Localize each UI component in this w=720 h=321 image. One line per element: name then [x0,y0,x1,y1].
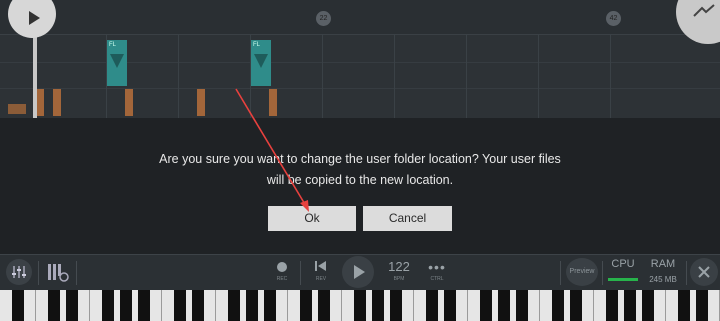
dialog-message: Are you sure you want to change the user… [0,149,720,191]
note-block[interactable] [125,89,133,116]
note-label: FL [253,42,261,48]
piano-key-black[interactable] [696,290,708,321]
note-label: FL [109,42,117,48]
piano-roll-button[interactable] [44,259,72,285]
timeline-marker[interactable]: 42 [606,11,621,26]
tempo-value: 122 [388,259,410,274]
cancel-button[interactable]: Cancel [363,206,452,231]
pattern-note[interactable]: FL [107,40,127,86]
piano-key-black[interactable] [426,290,438,321]
piano-key-black[interactable] [192,290,204,321]
rewind-icon [315,261,326,271]
rec-label: REC [276,276,288,282]
piano-key-black[interactable] [228,290,240,321]
piano-keyboard[interactable] [0,290,720,321]
play-icon [29,11,40,25]
grid-line [610,34,611,118]
ok-button[interactable]: Ok [268,206,356,231]
cpu-bar [608,278,638,281]
ram-label: RAM [650,258,676,270]
fl-logo-icon [693,4,715,17]
toolbar-divider [38,261,39,285]
transport-toolbar: REC REV 122 BPM ••• CTRL Preview CPU RAM… [0,254,720,291]
confirm-dialog: Are you sure you want to change the user… [0,118,720,254]
note-waveform [254,54,268,68]
piano-key-black[interactable] [246,290,258,321]
note-block[interactable] [36,89,44,116]
piano-key-black[interactable] [318,290,330,321]
play-icon [354,265,365,279]
piano-key-black[interactable] [606,290,618,321]
piano-key-black[interactable] [390,290,402,321]
dialog-message-line1: Are you sure you want to change the user… [159,152,561,166]
piano-key-black[interactable] [624,290,636,321]
piano-key-black[interactable] [300,290,312,321]
timeline-marker[interactable]: 22 [316,11,331,26]
toolbar-divider [300,261,301,285]
piano-key-black[interactable] [552,290,564,321]
mixer-button[interactable] [6,259,32,285]
note-block[interactable] [53,89,61,116]
ram-value: 245 MB [649,275,677,284]
piano-key-black[interactable] [120,290,132,321]
piano-key-black[interactable] [102,290,114,321]
piano-key-black[interactable] [678,290,690,321]
piano-key-black[interactable] [12,290,24,321]
piano-key-black[interactable] [372,290,384,321]
toolbar-divider [76,261,77,285]
timeline-area[interactable]: 22 42 FL FL [0,0,720,118]
toolbar-divider [560,261,561,285]
piano-key-black[interactable] [66,290,78,321]
toolbar-divider [686,261,687,285]
cpu-meter: CPU [606,258,640,288]
grid-line [394,34,395,118]
record-button[interactable]: REC [272,259,292,289]
note-cluster[interactable] [8,104,26,114]
close-icon [698,266,710,278]
piano-key-black[interactable] [174,290,186,321]
grid-line [178,34,179,118]
grid-line [322,34,323,118]
cpu-label: CPU [611,258,635,270]
note-block[interactable] [269,89,277,116]
note-waveform [110,54,124,68]
close-button[interactable] [690,258,718,286]
grid-line [466,34,467,118]
toolbar-divider [602,261,603,285]
ctrl-label: CTRL [430,276,444,282]
piano-key-black[interactable] [444,290,456,321]
rewind-button[interactable]: REV [310,259,332,289]
controls-button[interactable]: ••• CTRL [424,259,450,289]
more-icon: ••• [428,259,446,275]
piano-key-black[interactable] [138,290,150,321]
piano-key-black[interactable] [498,290,510,321]
note-block[interactable] [197,89,205,116]
preview-button[interactable]: Preview [566,258,598,286]
grid-line [538,34,539,118]
piano-key-black[interactable] [264,290,276,321]
pattern-note[interactable]: FL [251,40,271,86]
piano-roll-icon [48,264,69,282]
preview-label: Preview [569,268,595,275]
playhead[interactable] [33,30,37,118]
rev-label: REV [315,276,327,282]
dialog-message-line2: will be copied to the new location. [266,173,454,187]
bpm-label: BPM [393,276,405,282]
piano-key-black[interactable] [516,290,528,321]
record-icon [277,262,287,272]
piano-key-black[interactable] [480,290,492,321]
tempo-control[interactable]: 122 BPM [384,257,414,289]
piano-key-black[interactable] [354,290,366,321]
piano-key-black[interactable] [570,290,582,321]
mixer-icon [12,266,26,278]
piano-key-black[interactable] [642,290,654,321]
play-pause-button[interactable] [342,256,374,288]
piano-key-black[interactable] [48,290,60,321]
grid-line [0,88,720,89]
ram-meter: RAM 245 MB [642,258,684,288]
